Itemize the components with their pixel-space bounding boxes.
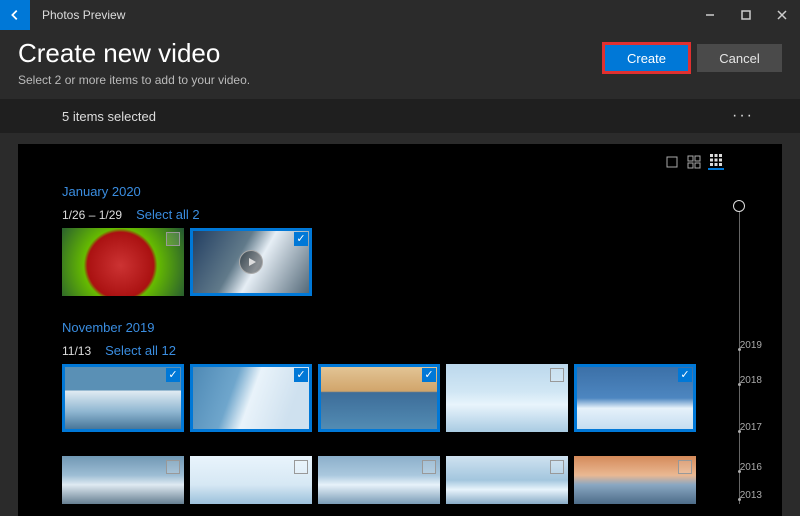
- date-timeline[interactable]: 2019 2018 2017 2016 2013: [734, 200, 762, 504]
- gallery-item[interactable]: [318, 364, 440, 432]
- dialog-header: Create new video Select 2 or more items …: [0, 30, 800, 99]
- checkbox-icon[interactable]: [678, 368, 692, 382]
- maximize-button[interactable]: [728, 0, 764, 30]
- dialog-subtitle: Select 2 or more items to add to your vi…: [18, 73, 250, 87]
- gallery-item[interactable]: [574, 364, 696, 432]
- checkbox-icon[interactable]: [550, 460, 564, 474]
- gallery-item[interactable]: [446, 456, 568, 504]
- minimize-button[interactable]: [692, 0, 728, 30]
- selection-count: 5 items selected: [62, 109, 156, 124]
- timeline-dot: [738, 498, 741, 501]
- view-small-grid-icon[interactable]: [686, 154, 702, 170]
- gallery-content: January 2020 1/26 – 1/29 Select all 2 No…: [62, 184, 724, 516]
- checkbox-icon[interactable]: [550, 368, 564, 382]
- date-range: 11/13: [62, 344, 91, 358]
- select-all-link[interactable]: Select all 2: [136, 207, 200, 222]
- gallery-item[interactable]: [318, 456, 440, 504]
- checkbox-icon[interactable]: [166, 232, 180, 246]
- checkbox-icon[interactable]: [294, 232, 308, 246]
- checkbox-icon[interactable]: [294, 368, 308, 382]
- dialog-title: Create new video: [18, 38, 250, 69]
- thumb-row: [62, 228, 724, 296]
- back-button[interactable]: [0, 0, 30, 30]
- timeline-dot: [738, 383, 741, 386]
- cancel-button[interactable]: Cancel: [697, 44, 782, 72]
- gallery-item[interactable]: [62, 228, 184, 296]
- view-large-grid-icon[interactable]: [708, 154, 724, 170]
- view-toggle-group: [664, 154, 724, 170]
- date-range: 1/26 – 1/29: [62, 208, 122, 222]
- view-single-icon[interactable]: [664, 154, 680, 170]
- timeline-dot: [738, 348, 741, 351]
- checkbox-icon[interactable]: [294, 460, 308, 474]
- gallery-item[interactable]: [574, 456, 696, 504]
- selection-bar: 5 items selected ···: [0, 99, 800, 133]
- checkbox-icon[interactable]: [678, 460, 692, 474]
- checkbox-icon[interactable]: [422, 368, 436, 382]
- month-heading[interactable]: January 2020: [62, 184, 724, 199]
- gallery-viewport: January 2020 1/26 – 1/29 Select all 2 No…: [18, 144, 782, 516]
- checkbox-icon[interactable]: [166, 368, 180, 382]
- gallery-item[interactable]: [190, 364, 312, 432]
- gallery-item[interactable]: [446, 364, 568, 432]
- close-button[interactable]: [764, 0, 800, 30]
- checkbox-icon[interactable]: [166, 460, 180, 474]
- app-title: Photos Preview: [42, 8, 125, 22]
- timeline-year[interactable]: 2018: [740, 375, 762, 386]
- timeline-dot: [738, 430, 741, 433]
- timeline-year[interactable]: 2013: [740, 490, 762, 501]
- gallery-item[interactable]: [190, 228, 312, 296]
- thumb-row: [62, 456, 724, 504]
- timeline-year[interactable]: 2019: [740, 340, 762, 351]
- timeline-handle[interactable]: [733, 200, 745, 212]
- timeline-year[interactable]: 2017: [740, 422, 762, 433]
- play-icon[interactable]: [239, 250, 263, 274]
- gallery-item[interactable]: [62, 456, 184, 504]
- select-all-link[interactable]: Select all 12: [105, 343, 176, 358]
- timeline-track: [739, 212, 740, 504]
- thumb-row: [62, 364, 724, 432]
- window-controls: [692, 0, 800, 30]
- gallery-item[interactable]: [190, 456, 312, 504]
- gallery-item[interactable]: [62, 364, 184, 432]
- checkbox-icon[interactable]: [422, 460, 436, 474]
- more-menu-button[interactable]: ···: [732, 107, 754, 125]
- month-heading[interactable]: November 2019: [62, 320, 724, 335]
- timeline-year[interactable]: 2016: [740, 462, 762, 473]
- create-button[interactable]: Create: [604, 44, 689, 72]
- timeline-dot: [738, 470, 741, 473]
- titlebar: Photos Preview: [0, 0, 800, 30]
